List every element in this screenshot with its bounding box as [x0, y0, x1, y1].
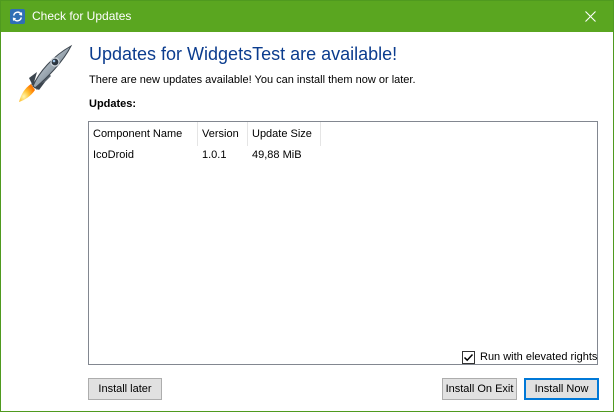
window-title: Check for Updates	[32, 9, 132, 23]
updates-listview[interactable]: Component Name Version Update Size IcoDr…	[88, 121, 598, 365]
title-bar[interactable]: Check for Updates	[1, 1, 613, 32]
cell-update-size: 49,88 MiB	[252, 149, 302, 161]
close-icon	[584, 11, 596, 22]
install-later-button[interactable]: Install later	[88, 378, 162, 400]
update-message: There are new updates available! You can…	[89, 74, 416, 86]
elevated-rights-label: Run with elevated rights	[480, 351, 598, 363]
install-now-button[interactable]: Install Now	[524, 378, 599, 400]
page-title: Updates for WidgetsTest are available!	[89, 44, 398, 64]
rocket-icon	[19, 44, 73, 102]
column-update-size[interactable]: Update Size	[248, 122, 321, 146]
dialog-content: Updates for WidgetsTest are available! T…	[1, 32, 613, 411]
refresh-icon	[10, 9, 25, 24]
cell-version: 1.0.1	[202, 149, 227, 161]
cell-component-name: IcoDroid	[93, 149, 134, 161]
column-version[interactable]: Version	[198, 122, 248, 146]
checkmark-icon	[463, 353, 474, 361]
elevated-rights-option[interactable]: Run with elevated rights	[462, 349, 597, 365]
listview-header: Component Name Version Update Size	[89, 122, 597, 146]
update-dialog-window: Check for Updates Updates for WidgetsTes…	[0, 0, 614, 412]
table-row[interactable]: IcoDroid 1.0.1 49,88 MiB	[89, 146, 597, 164]
close-button[interactable]	[567, 1, 613, 32]
updates-label: Updates:	[89, 98, 137, 110]
install-on-exit-button[interactable]: Install On Exit	[442, 378, 517, 400]
elevated-rights-checkbox[interactable]	[462, 350, 475, 364]
column-component-name[interactable]: Component Name	[89, 122, 198, 146]
